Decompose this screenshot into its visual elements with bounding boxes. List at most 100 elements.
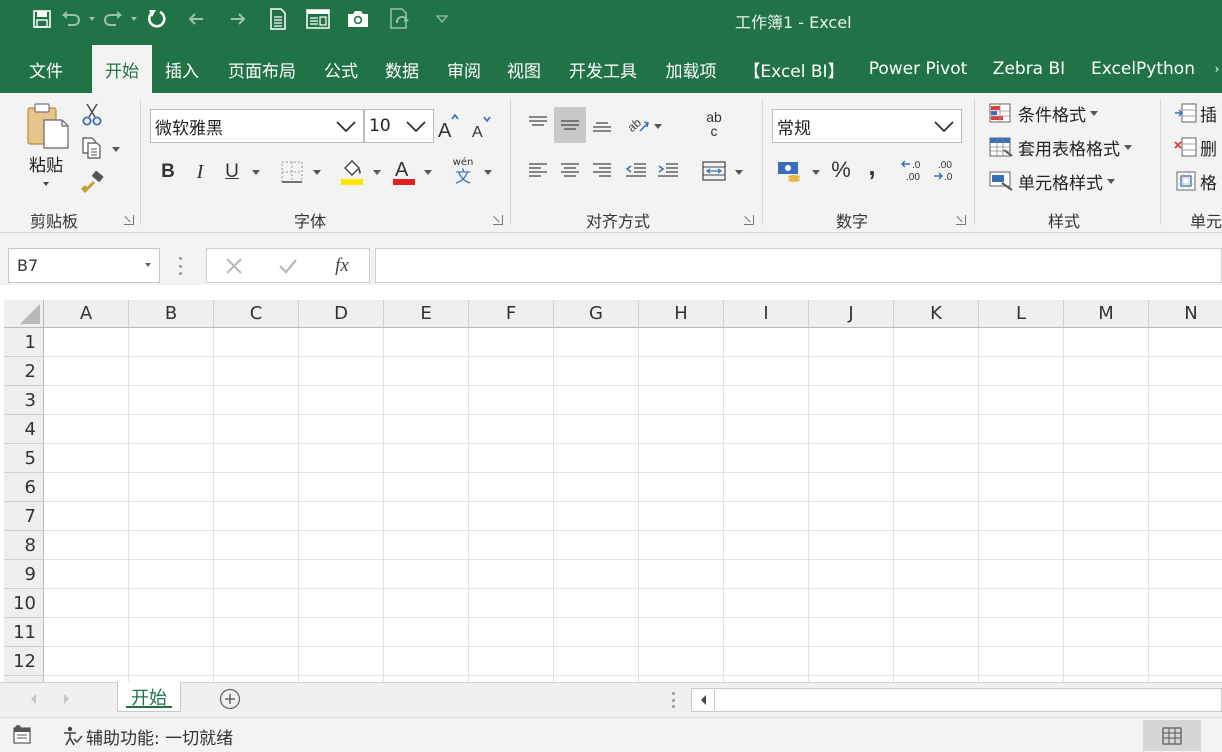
font-name-combobox[interactable]: 微软雅黑	[150, 109, 364, 143]
tab-excelpython[interactable]: ExcelPython	[1084, 45, 1202, 93]
orientation-dropdown-icon[interactable]	[652, 120, 664, 132]
redo-dropdown-icon[interactable]	[128, 5, 140, 33]
column-header[interactable]: H	[639, 300, 724, 328]
font-color-dropdown-icon[interactable]	[422, 166, 434, 178]
column-header[interactable]: G	[554, 300, 639, 328]
phonetic-dropdown-icon[interactable]	[482, 166, 494, 178]
horizontal-scrollbar[interactable]	[691, 688, 1222, 712]
currency-icon[interactable]	[774, 157, 806, 185]
increase-decimal-icon[interactable]: .0.00	[900, 157, 928, 185]
tab-data[interactable]: 数据	[376, 45, 428, 93]
cell-area[interactable]	[44, 328, 1222, 682]
font-size-combobox[interactable]: 10	[364, 109, 434, 143]
increase-font-size-icon[interactable]: A	[438, 111, 460, 141]
tab-addins[interactable]: 加载项	[656, 45, 726, 93]
save-icon[interactable]	[28, 5, 56, 33]
paste-dropdown-icon[interactable]	[40, 179, 52, 189]
decrease-decimal-icon[interactable]: .00.0	[932, 157, 960, 185]
row-header[interactable]: 11	[4, 618, 44, 647]
row-header[interactable]: 10	[4, 589, 44, 618]
column-header[interactable]: L	[979, 300, 1064, 328]
row-header[interactable]: 9	[4, 560, 44, 589]
undo-dropdown-icon[interactable]	[86, 5, 98, 33]
orientation-icon[interactable]: ab	[624, 109, 652, 139]
tab-excel-bi[interactable]: 【Excel BI】	[738, 45, 850, 93]
tab-developer[interactable]: 开发工具	[560, 45, 646, 93]
alignment-launcher-icon[interactable]	[744, 215, 754, 225]
underline-button[interactable]: U	[220, 157, 244, 187]
tab-file[interactable]: 文件	[14, 45, 78, 93]
column-header[interactable]: B	[129, 300, 214, 328]
align-bottom-icon[interactable]	[588, 109, 616, 139]
tab-home[interactable]: 开始	[92, 45, 152, 93]
number-launcher-icon[interactable]	[956, 215, 966, 225]
paste-icon[interactable]	[22, 101, 72, 151]
format-painter-icon[interactable]	[80, 169, 106, 195]
insert-cells-button[interactable]: 插	[1174, 99, 1222, 127]
merge-center-icon[interactable]	[700, 157, 728, 185]
redo-icon[interactable]	[98, 5, 128, 33]
column-header[interactable]: I	[724, 300, 809, 328]
row-header[interactable]: 6	[4, 473, 44, 502]
normal-view-button[interactable]	[1143, 720, 1201, 751]
decrease-font-size-icon[interactable]: A	[470, 111, 494, 141]
copy-icon[interactable]	[80, 135, 104, 161]
tab-view[interactable]: 视图	[498, 45, 550, 93]
tab-page-layout[interactable]: 页面布局	[218, 45, 306, 93]
conditional-formatting-button[interactable]: 条件格式	[988, 99, 1148, 127]
underline-dropdown-icon[interactable]	[250, 166, 262, 178]
fill-color-dropdown-icon[interactable]	[371, 166, 383, 178]
cancel-icon[interactable]	[221, 253, 247, 279]
align-right-icon[interactable]	[588, 157, 616, 185]
row-header[interactable]: 8	[4, 531, 44, 560]
currency-dropdown-icon[interactable]	[810, 166, 822, 178]
scroll-left-icon[interactable]	[26, 691, 40, 707]
insert-function-icon[interactable]: fx	[327, 253, 357, 279]
forward-icon[interactable]	[218, 5, 258, 33]
column-header[interactable]: J	[809, 300, 894, 328]
cut-icon[interactable]	[80, 101, 104, 127]
tab-review[interactable]: 审阅	[438, 45, 490, 93]
tab-overflow-icon[interactable]: ›	[1212, 45, 1222, 93]
column-header[interactable]: K	[894, 300, 979, 328]
back-icon[interactable]	[174, 5, 218, 33]
fill-color-icon[interactable]	[338, 155, 366, 187]
comma-button[interactable]: ,	[860, 151, 884, 181]
enter-icon[interactable]	[275, 253, 301, 279]
phonetic-guide-icon[interactable]: wén 文	[448, 155, 478, 187]
font-launcher-icon[interactable]	[493, 215, 503, 225]
name-box-dropdown-icon[interactable]	[145, 263, 151, 267]
tab-insert[interactable]: 插入	[156, 45, 208, 93]
increase-indent-icon[interactable]	[654, 157, 682, 185]
scroll-right-icon[interactable]	[60, 691, 74, 707]
copy-dropdown-icon[interactable]	[110, 143, 122, 155]
row-header[interactable]: 4	[4, 415, 44, 444]
customize-icon[interactable]	[422, 5, 462, 33]
merge-dropdown-icon[interactable]	[733, 166, 745, 178]
align-middle-icon[interactable]	[554, 107, 586, 143]
accessibility-icon[interactable]	[60, 724, 84, 748]
column-header[interactable]: M	[1064, 300, 1149, 328]
macro-recording-icon[interactable]	[12, 724, 36, 746]
row-header[interactable]: 2	[4, 357, 44, 386]
paste-label[interactable]: 粘贴	[24, 151, 68, 176]
refresh-icon[interactable]	[140, 5, 174, 33]
formula-input[interactable]	[375, 248, 1222, 283]
align-top-icon[interactable]	[524, 109, 552, 139]
italic-button[interactable]: I	[188, 157, 212, 187]
format-as-table-button[interactable]: 套用表格格式	[988, 133, 1148, 161]
column-header[interactable]: C	[214, 300, 299, 328]
wrap-text-icon[interactable]: ab c	[700, 109, 728, 141]
select-all-button[interactable]	[4, 300, 44, 328]
bold-button[interactable]: B	[156, 157, 180, 187]
border-dropdown-icon[interactable]	[311, 166, 323, 178]
font-color-icon[interactable]: A	[390, 155, 418, 187]
name-box[interactable]: B7	[8, 248, 160, 283]
cell-styles-button[interactable]: 单元格样式	[988, 167, 1148, 195]
column-header[interactable]: N	[1149, 300, 1222, 328]
format-cells-button[interactable]: 格	[1174, 167, 1222, 195]
row-header[interactable]: 3	[4, 386, 44, 415]
scroll-left-arrow-icon[interactable]	[694, 691, 712, 709]
sheet-tab-active[interactable]: 开始	[117, 682, 181, 712]
align-center-icon[interactable]	[556, 157, 584, 185]
